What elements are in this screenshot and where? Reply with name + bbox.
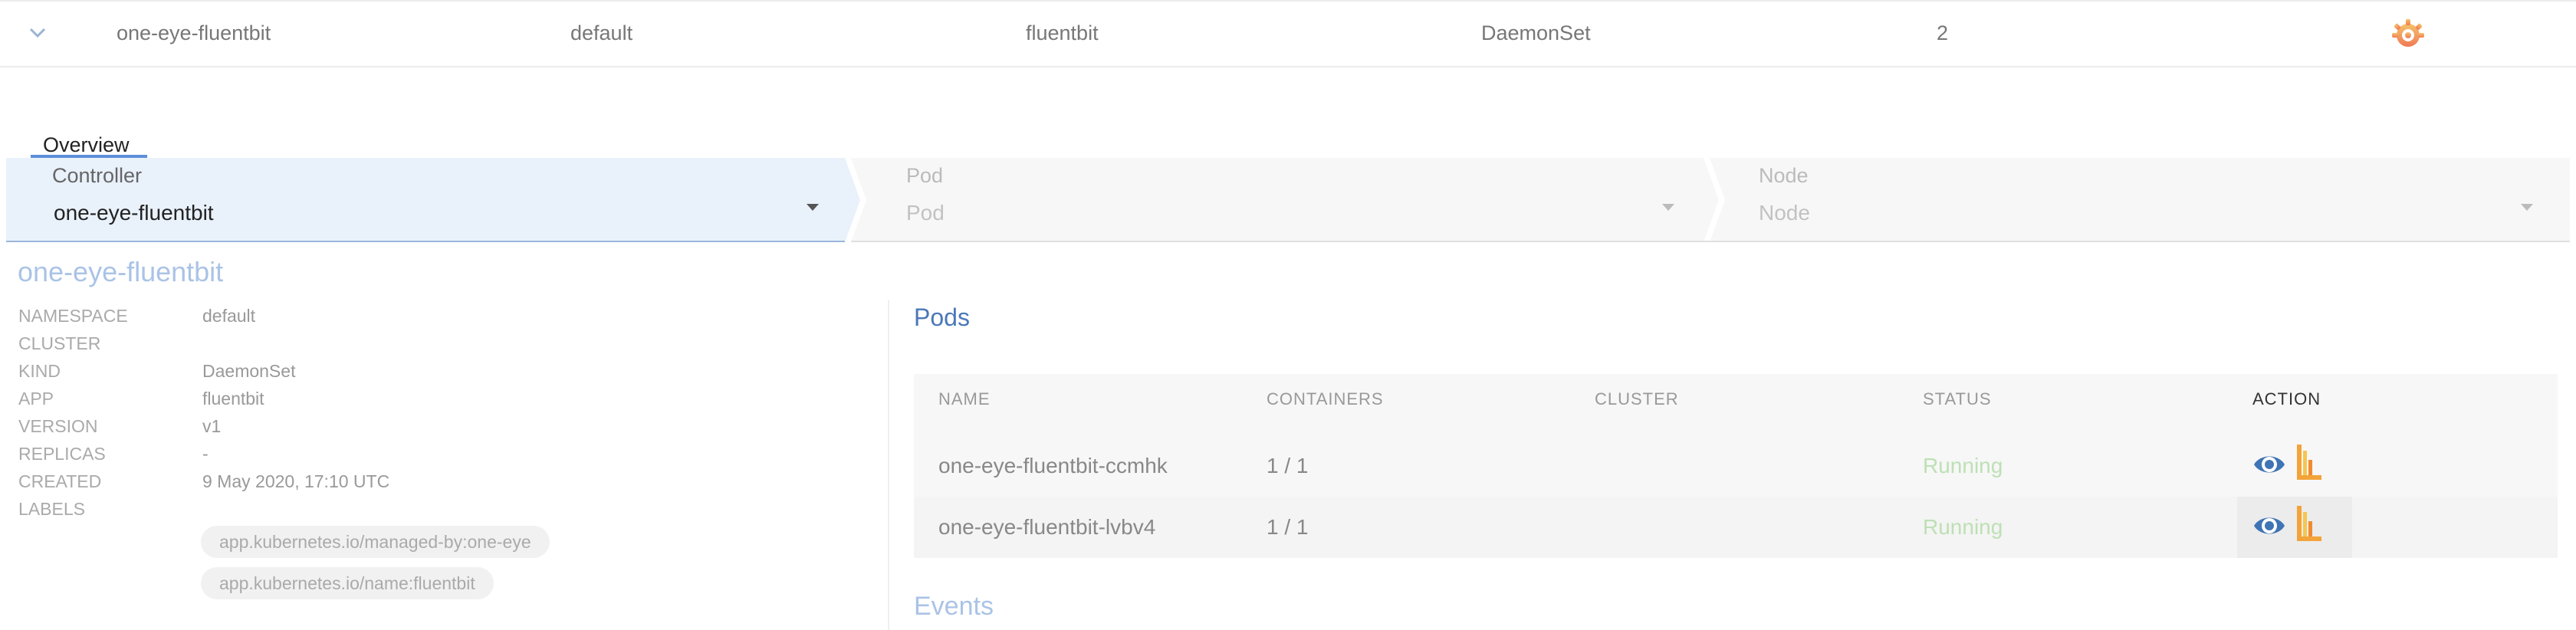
pod-select[interactable]: Pod Pod [865,158,1708,242]
controller-select-value: one-eye-fluentbit [54,201,214,225]
field-key: CREATED [18,471,102,491]
chevron-down-icon [807,204,819,211]
panel-divider [888,300,889,630]
pod-status: Running [1923,515,2003,539]
pods-section-title: Pods [914,304,970,331]
row-kind: DaemonSet [1481,21,1591,44]
field-value: v1 [202,416,222,436]
col-containers: CONTAINERS [1267,389,1384,409]
row-app: fluentbit [1026,21,1099,44]
controller-select[interactable]: Controller one-eye-fluentbit [6,158,849,242]
pod-name[interactable]: one-eye-fluentbit-ccmhk [938,454,1168,478]
field-key: REPLICAS [18,444,106,464]
col-name: NAME [938,389,991,409]
field-key: NAMESPACE [18,306,128,326]
col-status: STATUS [1923,389,1992,409]
chevron-down-icon [2521,204,2533,211]
eye-icon[interactable] [2252,449,2286,480]
eye-icon[interactable] [2252,510,2286,541]
row-namespace: default [570,21,633,44]
resource-selector-steps: Controller one-eye-fluentbit Pod Pod Nod… [6,158,2570,242]
field-key: LABELS [18,499,85,519]
pod-status: Running [1923,454,2003,477]
table-row[interactable]: one-eye-fluentbit-ccmhk 1 / 1 Running [914,435,2558,497]
node-select-label: Node [1759,164,1809,187]
detail-title: one-eye-fluentbit [18,256,224,287]
chevron-down-icon [1662,204,1674,211]
col-cluster: CLUSTER [1595,389,1679,409]
node-select-value: Node [1759,201,1810,225]
row-replicas: 2 [1937,21,1949,44]
pod-containers: 1 / 1 [1267,454,1309,477]
table-header: NAME CONTAINERS CLUSTER STATUS ACTION [914,374,2558,435]
grafana-icon[interactable] [2390,17,2426,52]
field-value: default [202,306,256,326]
field-value: 9 May 2020, 17:10 UTC [202,471,390,491]
field-key: VERSION [18,416,98,436]
flame-icon[interactable] [2294,443,2325,483]
controller-select-label: Controller [52,164,143,187]
col-action: ACTION [2252,389,2321,409]
pod-name[interactable]: one-eye-fluentbit-lvbv4 [938,515,1155,540]
row-name: one-eye-fluentbit [117,21,271,44]
field-key: APP [18,389,54,409]
field-key: KIND [18,361,61,381]
field-value: - [202,444,209,464]
pod-select-value: Pod [906,201,945,225]
field-value: DaemonSet [202,361,296,381]
label-chip: app.kubernetes.io/managed-by:one-eye [201,526,550,558]
events-section-title: Events [914,592,994,621]
controller-list-row[interactable]: one-eye-fluentbit default fluentbit Daem… [0,0,2576,67]
pod-select-label: Pod [906,164,944,187]
pod-containers: 1 / 1 [1267,515,1309,539]
tab-overview-label: Overview [43,133,130,156]
chevron-down-icon[interactable] [26,21,49,44]
flame-icon[interactable] [2294,504,2325,544]
field-value: fluentbit [202,389,264,409]
tab-bar: Overview [0,67,2576,158]
tab-overview[interactable]: Overview [31,100,147,158]
table-row[interactable]: one-eye-fluentbit-lvbv4 1 / 1 Running [914,497,2558,558]
node-select[interactable]: Node Node [1723,158,2567,242]
label-chip: app.kubernetes.io/name:fluentbit [201,567,494,599]
field-key: CLUSTER [18,333,101,353]
